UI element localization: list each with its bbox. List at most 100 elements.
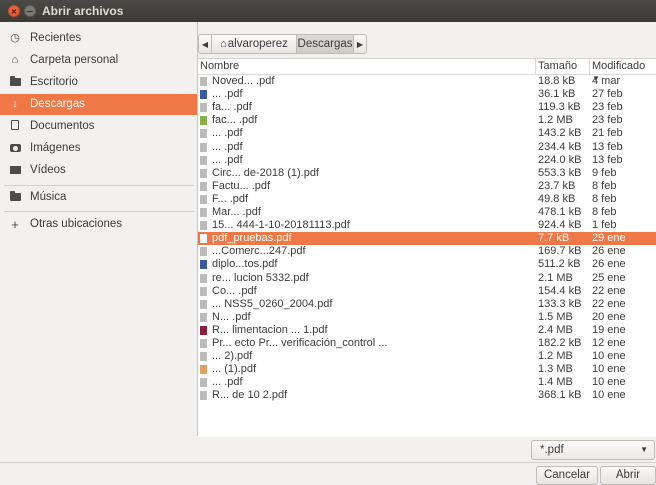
file-size: 553.3 kB bbox=[538, 166, 582, 179]
sidebar-item-label: Otras ubicaciones bbox=[30, 218, 123, 230]
file-name: Mar... .pdf bbox=[212, 206, 261, 218]
sidebar-item-escritorio[interactable]: Escritorio bbox=[0, 72, 197, 93]
video-icon bbox=[8, 160, 22, 181]
file-modified: 23 feb bbox=[592, 114, 623, 127]
sidebar-item-carpeta-personal[interactable]: ⌂ Carpeta personal bbox=[0, 50, 197, 71]
pdf-file-icon bbox=[200, 378, 207, 388]
sidebar-item-descargas[interactable]: ↓ Descargas bbox=[0, 94, 197, 115]
column-header: Nombre Tamaño Modificado ▼ bbox=[198, 59, 656, 83]
file-size: 154.4 kB bbox=[538, 284, 582, 297]
file-name: R... de 10 2.pdf bbox=[212, 389, 288, 402]
file-name: Circ... de-2018 (1).pdf bbox=[212, 166, 319, 179]
pdf-file-icon bbox=[200, 155, 207, 165]
table-row[interactable]: re... lucion 5332.pdf 2.1 MB 25 ene bbox=[198, 272, 656, 285]
file-name: Co... .pdf bbox=[212, 284, 257, 297]
file-modified: 1 feb bbox=[592, 219, 617, 232]
pdf-file-icon bbox=[200, 260, 207, 270]
file-size: 133.3 kB bbox=[538, 297, 582, 310]
file-name: 15... 444-1-10-20181113.pdf bbox=[212, 219, 350, 232]
file-modified: 10 ene bbox=[592, 350, 626, 363]
table-row[interactable]: ... .pdf 224.0 kB 13 feb bbox=[198, 154, 656, 167]
table-row[interactable]: Pr... ecto Pr... verificación_control ..… bbox=[198, 337, 656, 350]
file-size: 368.1 kB bbox=[538, 389, 582, 402]
pdf-file-icon bbox=[200, 77, 207, 86]
table-row[interactable]: ... .pdf 143.2 kB 21 feb bbox=[198, 127, 656, 140]
pdf-file-icon bbox=[200, 90, 207, 100]
file-size: 1.3 MB bbox=[538, 363, 573, 376]
file-size: 511.2 kB bbox=[538, 258, 581, 271]
sidebar-item-label: Música bbox=[30, 191, 67, 203]
open-button[interactable]: Abrir bbox=[600, 466, 656, 485]
pdf-file-icon bbox=[200, 129, 207, 139]
close-icon[interactable] bbox=[8, 5, 20, 17]
sidebar-item-recientes[interactable]: ◷ Recientes bbox=[0, 28, 197, 49]
table-row[interactable]: ... (1).pdf 1.3 MB 10 ene bbox=[198, 363, 656, 376]
table-row[interactable]: fa... .pdf 119.3 kB 23 feb bbox=[198, 101, 656, 114]
file-size: 18.8 kB bbox=[538, 75, 576, 87]
file-modified: 8 feb bbox=[592, 179, 617, 192]
file-type-filter[interactable]: *.pdf ▼ bbox=[531, 440, 655, 460]
file-size: 36.1 kB bbox=[538, 88, 576, 101]
table-row[interactable]: pdf_pruebas.pdf 7.7 kB 29 ene bbox=[198, 232, 656, 246]
file-name: N... .pdf bbox=[212, 310, 251, 323]
sidebar-item-otras-ubicaciones[interactable]: + Otras ubicaciones bbox=[0, 214, 197, 235]
file-size: 143.2 kB bbox=[538, 127, 582, 140]
path-home-button[interactable]: ⌂alvaroperez bbox=[211, 34, 297, 54]
document-icon bbox=[8, 116, 22, 137]
sidebar-item-musica[interactable]: Música bbox=[0, 187, 197, 208]
file-size: 234.4 kB bbox=[538, 140, 582, 153]
home-icon: ⌂ bbox=[220, 38, 227, 50]
pdf-file-icon bbox=[200, 299, 207, 309]
pdf-file-icon bbox=[200, 352, 207, 362]
file-modified: 8 feb bbox=[592, 206, 617, 218]
minimize-icon[interactable] bbox=[24, 5, 36, 17]
file-size: 7.7 kB bbox=[538, 232, 570, 245]
table-row[interactable]: Noved... .pdf 18.8 kB 4 mar bbox=[198, 75, 656, 88]
cancel-button[interactable]: Cancelar bbox=[536, 466, 598, 485]
places-sidebar: ◷ Recientes ⌂ Carpeta personal Escritori… bbox=[0, 22, 198, 436]
path-scroll-right-button[interactable]: ▶ bbox=[353, 34, 367, 54]
file-modified: 27 feb bbox=[592, 88, 623, 101]
file-modified: 23 feb bbox=[592, 101, 623, 114]
table-row[interactable]: ...Comerc...247.pdf 169.7 kB 26 ene bbox=[198, 245, 656, 258]
sidebar-item-documentos[interactable]: Documentos bbox=[0, 116, 197, 137]
file-size: 182.2 kB bbox=[538, 337, 582, 349]
table-row[interactable]: N... .pdf 1.5 MB 20 ene bbox=[198, 311, 656, 324]
column-size-header[interactable]: Tamaño bbox=[538, 60, 577, 72]
table-row[interactable]: ... .pdf 36.1 kB 27 feb bbox=[198, 88, 656, 101]
file-size: 478.1 kB bbox=[538, 206, 582, 218]
file-name: ... .pdf bbox=[212, 88, 243, 101]
column-name-header[interactable]: Nombre bbox=[200, 60, 239, 72]
table-row[interactable]: diplo...tos.pdf 511.2 kB 26 ene bbox=[198, 258, 656, 271]
path-current-button[interactable]: Descargas bbox=[296, 34, 354, 54]
table-row[interactable]: R... limentacion ... 1.pdf 2.4 MB 19 ene bbox=[198, 324, 656, 337]
file-modified: 26 ene bbox=[592, 245, 626, 258]
table-row[interactable]: ... .pdf 1.4 MB 10 ene bbox=[198, 376, 656, 389]
path-current-label: Descargas bbox=[297, 38, 353, 50]
sidebar-item-label: Documentos bbox=[30, 120, 95, 132]
sidebar-item-label: Escritorio bbox=[30, 76, 78, 88]
table-row[interactable]: 15... 444-1-10-20181113.pdf 924.4 kB 1 feb bbox=[198, 219, 656, 232]
table-row[interactable]: ... 2).pdf 1.2 MB 10 ene bbox=[198, 350, 656, 363]
table-row[interactable]: ... .pdf 234.4 kB 13 feb bbox=[198, 141, 656, 154]
file-list[interactable]: Nombre Tamaño Modificado ▼ Noved... .pdf… bbox=[198, 58, 656, 437]
pdf-file-icon bbox=[200, 194, 207, 204]
table-row[interactable]: ... NSS5_0260_2004.pdf 133.3 kB 22 ene bbox=[198, 298, 656, 311]
pdf-file-icon bbox=[200, 168, 207, 178]
sidebar-item-imagenes[interactable]: Imágenes bbox=[0, 138, 197, 159]
file-modified: 29 ene bbox=[592, 232, 626, 245]
table-row[interactable]: Circ... de-2018 (1).pdf 553.3 kB 9 feb bbox=[198, 167, 656, 180]
chevron-left-icon: ◀ bbox=[201, 40, 209, 49]
table-row[interactable]: R... de 10 2.pdf 368.1 kB 10 ene bbox=[198, 389, 656, 402]
file-size: 1.4 MB bbox=[538, 376, 573, 389]
sidebar-item-videos[interactable]: Vídeos bbox=[0, 160, 197, 181]
table-row[interactable]: Factu... .pdf 23.7 kB 8 feb bbox=[198, 180, 656, 193]
table-row[interactable]: Co... .pdf 154.4 kB 22 ene bbox=[198, 285, 656, 298]
table-row[interactable]: F... .pdf 49.8 kB 8 feb bbox=[198, 193, 656, 206]
file-modified: 19 ene bbox=[592, 323, 626, 336]
table-row[interactable]: fac... .pdf 1.2 MB 23 feb bbox=[198, 114, 656, 127]
pdf-file-icon bbox=[200, 247, 207, 257]
table-row[interactable]: Mar... .pdf 478.1 kB 8 feb bbox=[198, 206, 656, 219]
path-scroll-left-button[interactable]: ◀ bbox=[198, 34, 212, 54]
pdf-file-icon bbox=[200, 234, 207, 244]
